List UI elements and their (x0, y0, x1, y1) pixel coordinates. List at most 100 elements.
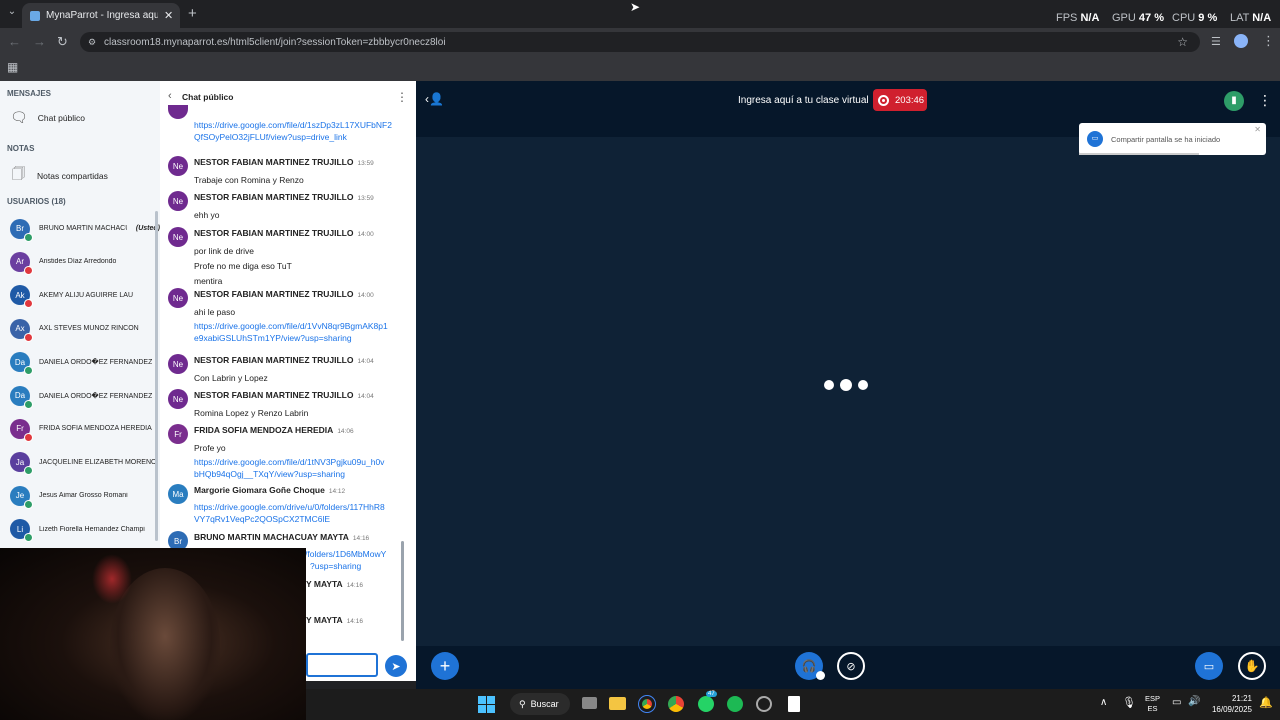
url-text: classroom18.mynaparrot.es/html5client/jo… (104, 36, 446, 48)
message-text: Profe yo (194, 443, 226, 453)
message-avatar: Fr (168, 424, 188, 444)
browser-menu-icon[interactable]: ⋮ (1262, 33, 1275, 49)
loading-dots (824, 379, 868, 391)
close-chat-icon[interactable]: ‹ (168, 90, 172, 102)
document-app-icon[interactable] (788, 696, 800, 712)
back-icon[interactable]: ← (8, 34, 21, 49)
connection-status-icon[interactable]: ▮ (1224, 91, 1244, 111)
new-tab-button[interactable]: + (188, 5, 197, 22)
media-controls-icon[interactable]: ☰ (1211, 35, 1221, 48)
recording-indicator[interactable]: 203:46 (873, 89, 927, 111)
presentation-stage (416, 137, 1280, 646)
chrome-profile-icon[interactable] (668, 696, 684, 712)
user-list-item[interactable]: Da DANIELA ORDO�EZ FERNANDEZ (0, 346, 160, 379)
message-time: 13:59 (357, 195, 374, 202)
chat-message: Fr FRIDA SOFIA MENDOZA HEREDIA 14:06 Profe … (168, 424, 408, 480)
record-icon (878, 94, 889, 106)
top-partial-avatar (168, 105, 188, 119)
user-avatar: Da (10, 385, 33, 409)
screen-share-button[interactable]: ▭ (1195, 652, 1223, 680)
forward-icon[interactable]: → (33, 34, 46, 49)
close-tab-icon[interactable]: ✕ (164, 9, 173, 22)
windows-start-icon[interactable] (478, 696, 495, 713)
language-indicator[interactable]: ESP ES (1145, 694, 1160, 714)
profile-avatar[interactable] (1234, 34, 1248, 48)
browser-tab[interactable]: MynaParrot - Ingresa aquí a tu ✕ (22, 3, 180, 28)
actions-plus-button[interactable]: + (431, 652, 459, 680)
screen-share-toast: ▭ Compartir pantalla se ha iniciado ✕ (1079, 123, 1266, 155)
chrome-icon[interactable] (638, 695, 656, 713)
user-list-item[interactable]: Ja JACQUELINE ELIZABETH MORENO... (0, 446, 160, 479)
tray-overflow-icon[interactable]: ∧ (1100, 697, 1107, 708)
user-avatar: Li (10, 519, 33, 543)
network-icon[interactable]: ▭ (1172, 697, 1181, 708)
user-list-item[interactable]: Je Jesus Aimar Grosso Romani (0, 479, 160, 512)
public-chat-item[interactable]: 🗨 Chat público (10, 109, 85, 126)
message-link[interactable]: https://drive.google.com/drive/u/0/folde… (194, 501, 408, 513)
apps-grid-icon[interactable]: ▦ (7, 60, 18, 74)
toggle-userlist-icon[interactable]: ‹👤 (425, 92, 444, 106)
camera-off-button[interactable]: ⊘ (837, 652, 865, 680)
close-toast-icon[interactable]: ✕ (1254, 125, 1261, 134)
whatsapp-badge: 47 (706, 691, 717, 697)
clock[interactable]: 21:21 16/09/2025 (1206, 693, 1252, 715)
message-link[interactable]: https://drive.google.com/file/d/1VvN8qr9… (194, 320, 408, 332)
user-status-icon (24, 265, 33, 275)
record-time: 203:46 (895, 94, 925, 106)
top-link[interactable]: https://drive.google.com/file/d/1szDp3zL… (194, 119, 392, 143)
message-author: NESTOR FABIAN MARTINEZ TRUJILLO (194, 289, 354, 299)
room-title: Ingresa aquí a tu clase virtual (738, 95, 869, 106)
site-info-icon[interactable]: ⚙ (88, 37, 96, 48)
toast-progress (1079, 153, 1199, 155)
user-list-item[interactable]: Br BRUNO MARTIN MACHACU... (Usted) (0, 212, 160, 245)
spotify-icon[interactable] (727, 696, 743, 712)
taskbar-search[interactable]: ⚲ Buscar (510, 693, 570, 715)
message-text: ehh yo (194, 210, 220, 220)
reload-icon[interactable]: ↻ (57, 34, 68, 50)
app-icon[interactable] (756, 696, 772, 712)
message-avatar: Ne (168, 389, 188, 409)
chat-scrollbar[interactable] (401, 541, 404, 641)
user-status-icon (24, 366, 33, 376)
user-list-item[interactable]: Ar Aristides Díaz Arredondo (0, 245, 160, 278)
message-link[interactable]: VY7qRv1VeqPc2QOSpCX2TMC6lE (194, 513, 408, 525)
microphone-icon[interactable]: 🎙 (1122, 696, 1136, 709)
user-list-panel: MENSAJES 🗨 Chat público NOTAS 🗍 Notas co… (0, 81, 160, 548)
chat-options-icon[interactable]: ⋮ (396, 90, 408, 104)
user-list-item[interactable]: Da DANIELA ORDO�EZ FERNANDEZ (0, 379, 160, 412)
message-link[interactable]: e9xabiGSLUhSTm1YP/view?usp=sharing (194, 332, 408, 344)
user-list-scrollbar[interactable] (155, 211, 158, 541)
user-list-item[interactable]: Ak AKEMY ALIJU AGUIRRE LAU (0, 279, 160, 312)
chat-input[interactable] (306, 653, 378, 677)
user-status-icon (24, 533, 33, 543)
file-explorer-icon[interactable] (609, 697, 626, 710)
message-author: FRIDA SOFIA MENDOZA HEREDIA (194, 425, 334, 435)
whatsapp-icon[interactable] (698, 696, 714, 712)
user-name: FRIDA SOFIA MENDOZA HEREDIA (39, 425, 152, 433)
notification-bell-icon[interactable]: 🔔 (1259, 696, 1273, 709)
message-time: 14:06 (337, 428, 354, 435)
send-message-button[interactable]: ➤ (385, 655, 407, 677)
message-link[interactable]: https://drive.google.com/file/d/1tNV3Pgj… (194, 456, 408, 468)
user-name: BRUNO MARTIN MACHACU... (39, 225, 127, 232)
bookmark-star-icon[interactable]: ☆ (1177, 35, 1188, 49)
user-list-item[interactable]: Ax AXL STEVES MUÑOZ RINCON (0, 312, 160, 345)
chat-message: Ne NESTOR FABIAN MARTINEZ TRUJILLO 14:00 po… (168, 227, 408, 289)
tab-list-button[interactable]: ⌄ (4, 6, 20, 22)
shared-notes-item[interactable]: 🗍 Notas compartidas (12, 165, 108, 187)
user-name: DANIELA ORDO�EZ FERNANDEZ (39, 359, 153, 367)
url-field[interactable]: ⚙ classroom18.mynaparrot.es/html5client/… (80, 32, 1200, 52)
user-list-item[interactable]: Li Lizeth Fiorella Hernandez Champi (0, 513, 160, 546)
task-view-icon[interactable] (582, 697, 597, 709)
user-name: DANIELA ORDO�EZ FERNANDEZ (39, 392, 153, 400)
user-name: Jesus Aimar Grosso Romani (39, 492, 128, 500)
raise-hand-button[interactable]: ✋ (1238, 652, 1266, 680)
message-link[interactable]: bHQb94qOgj__TXqY/view?usp=sharing (194, 468, 408, 480)
message-text: mentira (194, 276, 223, 286)
volume-icon[interactable]: 🔊 (1188, 696, 1200, 707)
message-time: 14:16 (346, 618, 363, 625)
shared-notes-label: Notas compartidas (37, 171, 108, 181)
user-list-item[interactable]: Fr FRIDA SOFIA MENDOZA HEREDIA (0, 412, 160, 445)
options-menu-icon[interactable]: ⋮ (1258, 92, 1272, 109)
windows-taskbar: ⚲ Buscar 47 ∧ 🎙 ESP ES ▭ 🔊 21:21 16/09/202… (306, 689, 1280, 720)
